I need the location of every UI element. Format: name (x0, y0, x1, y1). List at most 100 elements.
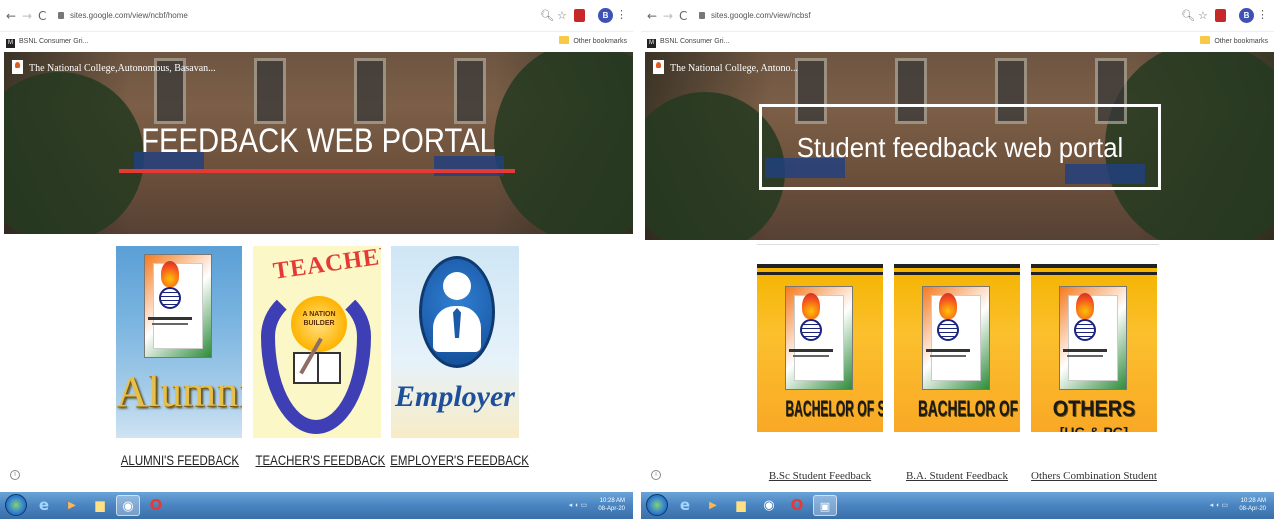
ie-icon[interactable]: e (32, 495, 56, 516)
back-icon[interactable]: ← (6, 9, 16, 23)
kebab-menu-icon[interactable]: ⋮ (616, 8, 627, 21)
clock[interactable]: 10:28 AM 08-Apr-20 (1239, 497, 1266, 513)
college-logo (1059, 286, 1127, 390)
employer-image-text: Employer (395, 380, 515, 413)
logo-motto (793, 355, 829, 357)
extension-icon[interactable] (574, 9, 585, 22)
flame-icon (939, 293, 957, 319)
alumni-feedback-link[interactable]: ALUMNI'S FEEDBACK (121, 452, 239, 468)
windows-taskbar: e ▶ ▆ ◉ O ◂ ◖ ▭ 10:28 AM 08-Apr-20 (0, 492, 633, 519)
opera-icon[interactable]: O (785, 495, 809, 516)
bookmarks-bar: M BSNL Consumer Gri... Other bookmarks (0, 32, 633, 52)
site-name-text: The National College,Autonomous, Basavan… (29, 63, 216, 74)
profile-avatar[interactable]: B (598, 8, 613, 23)
college-logo-icon (12, 60, 23, 74)
bookmark-bsnl[interactable]: M BSNL Consumer Gri... (647, 36, 729, 48)
clock-date: 08-Apr-20 (598, 506, 625, 512)
divider-line (757, 244, 1159, 245)
star-icon[interactable]: ☆ (557, 9, 567, 23)
globe-icon (937, 319, 959, 341)
app-window-icon[interactable]: ▣ (813, 495, 837, 516)
logo-motto (789, 349, 833, 352)
magnifier-icon[interactable]: 🔍︎ (540, 9, 554, 23)
ba-card[interactable]: BACHELOR OF ARTS (894, 264, 1020, 432)
back-icon[interactable]: ← (647, 9, 657, 23)
ba-feedback-link[interactable]: B.A. Student Feedback (894, 470, 1020, 482)
opera-icon[interactable]: O (144, 495, 168, 516)
bookmark-label: BSNL Consumer Gri... (660, 38, 730, 45)
globe-icon (800, 319, 822, 341)
page-content: Alumni ALUMNI'S FEEDBACK TEACHER A NATIO… (4, 234, 633, 492)
left-screenshot: ← → C sites.google.com/view/ncbf/home 🔍︎… (0, 0, 633, 519)
extension-icon[interactable] (1215, 9, 1226, 22)
info-icon[interactable]: i (10, 470, 20, 480)
lock-icon (58, 12, 64, 19)
flame-icon (802, 293, 820, 319)
browser-toolbar: ← → C sites.google.com/view/ncbf/home 🔍︎… (0, 0, 633, 32)
right-screenshot: ← → C sites.google.com/view/ncbsf 🔍︎ ☆ B… (641, 0, 1274, 519)
star-icon[interactable]: ☆ (1198, 9, 1208, 23)
tray-icons[interactable]: ◂ ◖ ▭ (569, 501, 587, 509)
folder-icon (559, 36, 570, 44)
magnifier-icon[interactable]: 🔍︎ (1181, 9, 1195, 23)
college-logo (785, 286, 853, 390)
folder-icon[interactable]: ▆ (729, 495, 753, 516)
employer-feedback-link[interactable]: EMPLOYER'S FEEDBACK (390, 452, 529, 468)
kebab-menu-icon[interactable]: ⋮ (1257, 8, 1268, 21)
profile-avatar[interactable]: B (1239, 8, 1254, 23)
site-name[interactable]: The National College, Antono... (653, 60, 798, 76)
teacher-feedback-link[interactable]: TEACHER'S FEEDBACK (256, 452, 386, 468)
clock-time: 10:28 AM (1240, 498, 1266, 504)
college-logo-icon (653, 60, 664, 74)
logo-motto (926, 349, 970, 352)
hero-title: Student feedback web portal (796, 132, 1124, 163)
teacher-card[interactable]: TEACHER A NATION BUILDER (253, 246, 381, 438)
alumni-image-text: Alumni (116, 367, 242, 416)
url-text: sites.google.com/view/ncbf/home (70, 11, 188, 20)
site-name-text: The National College, Antono... (670, 63, 799, 74)
forward-icon[interactable]: → (663, 9, 673, 23)
hero-title: FEEDBACK WEB PORTAL (141, 122, 496, 160)
site-name[interactable]: The National College,Autonomous, Basavan… (12, 60, 216, 76)
ie-icon[interactable]: e (673, 495, 697, 516)
reload-icon[interactable]: C (38, 9, 46, 23)
others-card[interactable]: OTHERS [UG & PG] (1031, 264, 1157, 432)
browser-toolbar: ← → C sites.google.com/view/ncbsf 🔍︎ ☆ B… (641, 0, 1274, 32)
chrome-icon[interactable]: ◉ (757, 495, 781, 516)
other-bookmarks[interactable]: Other bookmarks (559, 36, 627, 48)
address-bar[interactable]: sites.google.com/view/ncbsf (699, 6, 1169, 26)
logo-motto (1063, 349, 1107, 352)
tray-icons[interactable]: ◂ ◖ ▭ (1210, 501, 1228, 509)
employer-card[interactable]: Employer (391, 246, 519, 438)
site-header: The National College, Antono... Student … (645, 52, 1274, 240)
folder-icon (1200, 36, 1211, 44)
logo-motto (1067, 355, 1103, 357)
teacher-image-text: TEACHER (271, 246, 381, 285)
bsc-feedback-link[interactable]: B.Sc Student Feedback (757, 470, 883, 482)
media-player-icon[interactable]: ▶ (60, 495, 84, 516)
flame-icon (1076, 293, 1094, 319)
alumni-card[interactable]: Alumni (116, 246, 242, 438)
other-bookmarks-label: Other bookmarks (1214, 38, 1268, 45)
reload-icon[interactable]: C (679, 9, 687, 23)
person-head-icon (443, 272, 471, 300)
chrome-icon[interactable]: ◉ (116, 495, 140, 516)
others-image-text: OTHERS (1052, 396, 1136, 421)
address-bar[interactable]: sites.google.com/view/ncbf/home (58, 6, 528, 26)
others-feedback-link[interactable]: Others Combination Student (1021, 470, 1167, 482)
bookmark-bsnl[interactable]: M BSNL Consumer Gri... (6, 36, 88, 48)
start-button[interactable] (646, 494, 668, 516)
clock-time: 10:28 AM (599, 498, 625, 504)
bsc-card[interactable]: BACHELOR OF SCIENCE (757, 264, 883, 432)
info-icon[interactable]: i (651, 470, 661, 480)
logo-motto (930, 355, 966, 357)
clock[interactable]: 10:28 AM 08-Apr-20 (598, 497, 625, 513)
folder-icon[interactable]: ▆ (88, 495, 112, 516)
lock-icon (699, 12, 705, 19)
media-player-icon[interactable]: ▶ (701, 495, 725, 516)
start-button[interactable] (5, 494, 27, 516)
bookmark-favicon: M (6, 39, 15, 48)
other-bookmarks[interactable]: Other bookmarks (1200, 36, 1268, 48)
teacher-sub-text: A NATION BUILDER (302, 311, 336, 327)
forward-icon[interactable]: → (22, 9, 32, 23)
